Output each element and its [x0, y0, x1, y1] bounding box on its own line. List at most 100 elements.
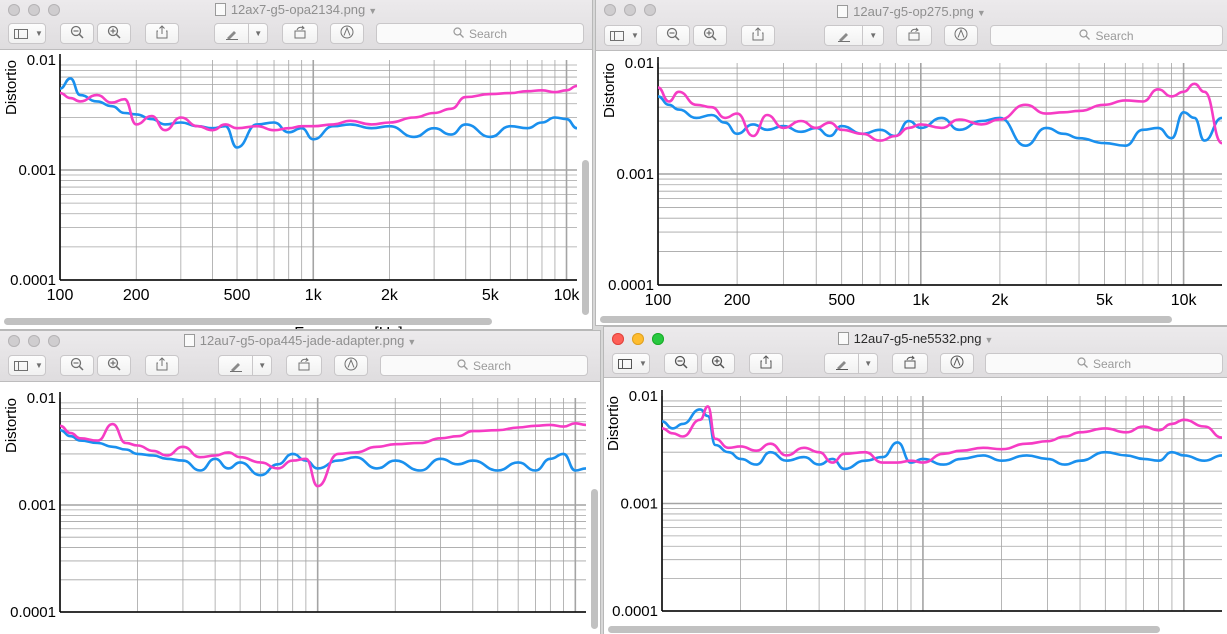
- zoom-in-icon: [711, 355, 725, 372]
- sidebar-menu-button[interactable]: ▼: [8, 355, 46, 376]
- preview-window-2[interactable]: 12au7-g5-op275.png ▼ ▼ ▼ Search 0.01 0.001…: [596, 0, 1227, 325]
- share-icon: [760, 355, 772, 372]
- series-line-pink: [59, 84, 578, 132]
- preview-window-3[interactable]: 12au7-g5-opa445-jade-adapter.png ▼ ▼ ▼ Se…: [0, 331, 600, 634]
- markup-toolbar-button[interactable]: [944, 25, 978, 46]
- markup-toolbar-button[interactable]: [334, 355, 368, 376]
- x-axis-label: Frequency [Hz]: [294, 325, 402, 329]
- zoom-out-button[interactable]: [656, 25, 690, 46]
- horizontal-scrollbar[interactable]: [600, 316, 1172, 323]
- vertical-scrollbar[interactable]: [591, 489, 598, 629]
- y-axis-label: Distortio: [3, 398, 20, 453]
- markup-pen-button[interactable]: ▼: [218, 355, 272, 376]
- share-icon: [752, 27, 764, 44]
- window-titlebar[interactable]: 12au7-g5-op275.png ▼ ▼ ▼ Search: [596, 0, 1227, 51]
- rotate-icon: [297, 357, 311, 374]
- distortion-chart: 0.01 0.001 0.0001 Distortio 100 200 500 1k 2k 5k 1…: [0, 50, 592, 329]
- search-field[interactable]: Search: [380, 355, 588, 376]
- zoom-in-button[interactable]: [97, 23, 131, 44]
- markup-pen-button[interactable]: ▼: [214, 23, 268, 44]
- y-tick-label: 0.001: [620, 496, 658, 513]
- zoom-out-button[interactable]: [664, 353, 698, 374]
- preview-window-4[interactable]: 12au7-g5-ne5532.png ▼ ▼ ▼ Search 0.01 0.00…: [604, 327, 1227, 634]
- window-titlebar[interactable]: 12ax7-g5-opa2134.png ▼ ▼ ▼ Search: [0, 0, 592, 50]
- window-title[interactable]: 12ax7-g5-opa2134.png ▼: [0, 2, 592, 17]
- share-button[interactable]: [741, 25, 775, 46]
- chevron-down-icon: ▼: [35, 361, 43, 370]
- zoom-in-button[interactable]: [97, 355, 131, 376]
- sidebar-icon: [613, 354, 637, 373]
- y-tick-label: 0.001: [18, 497, 56, 514]
- window-title[interactable]: 12au7-g5-opa445-jade-adapter.png ▼: [0, 333, 600, 348]
- rotate-button[interactable]: [282, 23, 318, 44]
- window-titlebar[interactable]: 12au7-g5-opa445-jade-adapter.png ▼ ▼ ▼ Se…: [0, 331, 600, 382]
- search-placeholder: Search: [472, 358, 512, 373]
- zoom-out-icon: [70, 25, 84, 42]
- sidebar-menu-button[interactable]: ▼: [8, 23, 46, 44]
- rotate-button[interactable]: [892, 353, 928, 374]
- markup-toolbar-button[interactable]: [330, 23, 364, 44]
- share-button[interactable]: [145, 355, 179, 376]
- markup-toolbar-icon: [954, 27, 968, 44]
- x-tick-label: 500: [828, 292, 855, 309]
- window-titlebar[interactable]: 12au7-g5-ne5532.png ▼ ▼ ▼ Search: [604, 327, 1227, 378]
- y-tick-label: 0.0001: [612, 603, 658, 620]
- markup-toolbar-button[interactable]: [940, 353, 974, 374]
- rotate-icon: [907, 27, 921, 44]
- y-tick-label: 0.001: [616, 166, 654, 183]
- zoom-in-button[interactable]: [693, 25, 727, 46]
- png-file-icon: [837, 5, 849, 18]
- search-icon: [457, 358, 468, 373]
- markup-toolbar-icon: [340, 25, 354, 42]
- markup-pen-icon: [825, 354, 858, 373]
- search-icon: [1077, 356, 1088, 371]
- distortion-chart: 0.01 0.001 0.0001 Distortio: [604, 378, 1227, 634]
- zoom-in-button[interactable]: [701, 353, 735, 374]
- y-axis-label: Distortio: [605, 396, 622, 451]
- y-tick-label: 0.01: [625, 55, 654, 72]
- sidebar-menu-button[interactable]: ▼: [612, 353, 650, 374]
- zoom-out-icon: [70, 357, 84, 374]
- markup-toolbar-icon: [344, 357, 358, 374]
- share-button[interactable]: [145, 23, 179, 44]
- x-tick-label: 100: [47, 287, 74, 304]
- horizontal-scrollbar[interactable]: [4, 318, 492, 325]
- horizontal-scrollbar[interactable]: [608, 626, 1160, 633]
- markup-pen-button[interactable]: ▼: [824, 25, 884, 46]
- x-tick-label: 10k: [554, 287, 581, 304]
- chevron-down-icon: ▼: [869, 31, 878, 40]
- x-tick-label: 5k: [482, 287, 500, 304]
- png-file-icon: [183, 334, 195, 347]
- y-tick-label: 0.01: [27, 52, 56, 69]
- x-tick-label: 1k: [912, 292, 930, 309]
- window-title[interactable]: 12au7-g5-ne5532.png ▼: [604, 331, 1227, 346]
- vertical-scrollbar[interactable]: [582, 160, 589, 315]
- chevron-down-icon: ▼: [984, 335, 994, 345]
- markup-pen-icon: [219, 356, 252, 375]
- sidebar-menu-button[interactable]: ▼: [604, 25, 642, 46]
- zoom-out-button[interactable]: [60, 355, 94, 376]
- zoom-in-icon: [703, 27, 717, 44]
- markup-pen-icon: [215, 24, 248, 43]
- share-button[interactable]: [749, 353, 783, 374]
- x-tick-label: 500: [224, 287, 251, 304]
- chevron-down-icon: ▼: [407, 337, 417, 347]
- x-tick-label: 2k: [381, 287, 399, 304]
- share-icon: [156, 25, 168, 42]
- markup-pen-button[interactable]: ▼: [824, 353, 878, 374]
- x-tick-label: 100: [645, 292, 672, 309]
- rotate-button[interactable]: [286, 355, 322, 376]
- chevron-down-icon: ▼: [35, 29, 43, 38]
- distortion-chart: 0.01 0.001 0.0001 Distortio 100 200 500 1k 2k 5k 1…: [596, 51, 1227, 325]
- window-title[interactable]: 12au7-g5-op275.png ▼: [596, 4, 1227, 19]
- search-field[interactable]: Search: [985, 353, 1223, 374]
- preview-window-1[interactable]: 12ax7-g5-opa2134.png ▼ ▼ ▼ Search 0.01 0.0…: [0, 0, 592, 329]
- rotate-button[interactable]: [896, 25, 932, 46]
- chevron-down-icon: ▼: [976, 8, 986, 18]
- search-field[interactable]: Search: [990, 25, 1223, 46]
- search-icon: [1079, 28, 1091, 43]
- png-file-icon: [837, 332, 849, 345]
- search-field[interactable]: Search: [376, 23, 584, 44]
- zoom-out-button[interactable]: [60, 23, 94, 44]
- chevron-down-icon: ▼: [639, 359, 647, 368]
